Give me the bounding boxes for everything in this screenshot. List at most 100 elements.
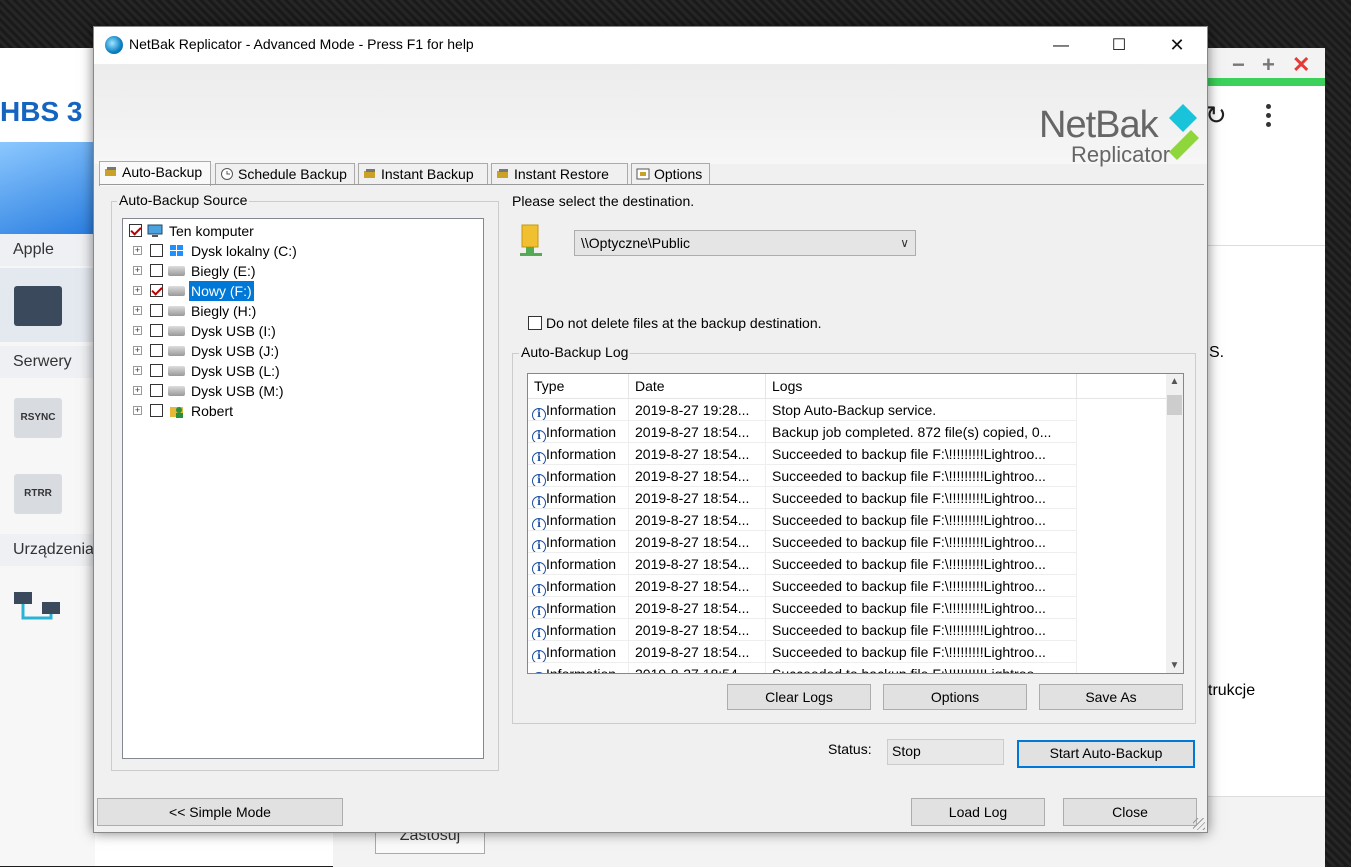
- node-checkbox[interactable]: [150, 244, 163, 257]
- save-as-button[interactable]: Save As: [1039, 684, 1183, 710]
- log-cell-text: 2019-8-27 18:54...: [635, 600, 750, 616]
- hbs-minimize-icon[interactable]: −: [1232, 52, 1245, 78]
- clear-logs-button[interactable]: Clear Logs: [727, 684, 871, 710]
- tab-options[interactable]: Options: [631, 163, 710, 185]
- node-checkbox[interactable]: [150, 324, 163, 337]
- information-icon: i: [532, 672, 546, 673]
- log-cell-message: Succeeded to backup file F:\!!!!!!!!!Lig…: [766, 553, 1077, 575]
- simple-mode-button[interactable]: << Simple Mode: [97, 798, 343, 826]
- log-cell-date: 2019-8-27 18:54...: [629, 619, 766, 641]
- log-cell-text: Stop Auto-Backup service.: [772, 402, 937, 418]
- resize-grip-icon[interactable]: [1193, 818, 1205, 830]
- column-header-logs[interactable]: Logs: [766, 374, 1077, 398]
- tab-auto-backup[interactable]: Auto-Backup: [99, 161, 211, 186]
- log-row[interactable]: iInformation 2019-8-27 18:54... Succeeded …: [528, 465, 1168, 487]
- information-icon: i: [532, 628, 546, 640]
- log-row[interactable]: iInformation 2019-8-27 18:54... Succeeded …: [528, 509, 1168, 531]
- log-row[interactable]: iInformation 2019-8-27 18:54... Succeeded …: [528, 487, 1168, 509]
- close-button[interactable]: Close: [1063, 798, 1197, 826]
- expand-icon[interactable]: +: [133, 386, 142, 395]
- scroll-thumb[interactable]: [1167, 395, 1182, 415]
- log-table[interactable]: Type Date Logs i Information 2019-8-27 19:…: [527, 373, 1184, 674]
- close-window-button[interactable]: ✕: [1148, 27, 1206, 64]
- hbs-maximize-icon[interactable]: +: [1262, 52, 1275, 78]
- node-checkbox[interactable]: [150, 304, 163, 317]
- expand-icon[interactable]: +: [133, 246, 142, 255]
- node-checkbox[interactable]: [150, 404, 163, 417]
- log-cell-date: 2019-8-27 18:54...: [629, 641, 766, 663]
- tab-instant-restore[interactable]: Instant Restore: [491, 163, 628, 185]
- log-cell-type: iInformation: [528, 575, 629, 597]
- log-cell-date: 2019-8-27 18:54...: [629, 465, 766, 487]
- scroll-up-icon[interactable]: ▲: [1166, 376, 1183, 387]
- sidebar-item-time-machine[interactable]: [0, 268, 95, 342]
- minimize-button[interactable]: —: [1032, 27, 1090, 64]
- node-checkbox[interactable]: [150, 344, 163, 357]
- log-cell-type: iInformation: [528, 509, 629, 531]
- log-row[interactable]: iInformation 2019-8-27 18:54... Succeeded …: [528, 443, 1168, 465]
- log-cell-message: Stop Auto-Backup service.: [766, 399, 1077, 421]
- node-label: Dysk USB (M:): [191, 383, 284, 399]
- scroll-down-icon[interactable]: ▼: [1166, 660, 1183, 671]
- tab-schedule-backup[interactable]: Schedule Backup: [215, 163, 355, 185]
- log-row[interactable]: iInformation 2019-8-27 18:54... Succeeded …: [528, 597, 1168, 619]
- log-row[interactable]: iInformation 2019-8-27 18:54... Succeeded …: [528, 641, 1168, 663]
- root-checkbox[interactable]: [129, 224, 142, 237]
- log-cell-text: Information: [546, 600, 617, 616]
- no-delete-checkbox[interactable]: [528, 316, 542, 330]
- log-cell-message: Succeeded to backup file F:\!!!!!!!!!Lig…: [766, 663, 1077, 673]
- source-tree[interactable]: Ten komputer + Dysk lokalny (C:) + Biegl…: [122, 218, 484, 759]
- log-row[interactable]: iInformation 2019-8-27 18:54... Succeeded …: [528, 575, 1168, 597]
- log-row[interactable]: iInformation 2019-8-27 18:54... Succeeded …: [528, 663, 1168, 674]
- log-cell-date: 2019-8-27 18:54...: [629, 553, 766, 575]
- drive-icon: [168, 266, 185, 276]
- hbs-close-icon[interactable]: ✕: [1292, 52, 1310, 78]
- logo-text-replicator: Replicator: [1071, 142, 1171, 167]
- node-checkbox[interactable]: [150, 364, 163, 377]
- tab-divider: [99, 184, 1204, 185]
- expand-icon[interactable]: +: [133, 366, 142, 375]
- hbs-truncated-text-1: S.: [1209, 344, 1225, 361]
- log-cell-text: Information: [546, 666, 617, 674]
- log-cell-text: 2019-8-27 18:54...: [635, 468, 750, 484]
- expand-icon[interactable]: +: [133, 306, 142, 315]
- log-cell-text: 2019-8-27 18:54...: [635, 666, 750, 674]
- column-header-type[interactable]: Type: [528, 374, 629, 398]
- expand-icon[interactable]: +: [133, 286, 142, 295]
- expand-icon[interactable]: +: [133, 346, 142, 355]
- node-checkbox[interactable]: [150, 384, 163, 397]
- tab-label: Instant Restore: [514, 166, 609, 182]
- more-menu-icon[interactable]: [1266, 104, 1274, 128]
- destination-select[interactable]: \\Optyczne\Public ∨: [574, 230, 916, 256]
- start-auto-backup-button[interactable]: Start Auto-Backup: [1017, 740, 1195, 768]
- log-row[interactable]: iInformation 2019-8-27 18:54... Succeeded …: [528, 531, 1168, 553]
- log-cell-text: Information: [546, 534, 617, 550]
- log-row[interactable]: i Information 2019-8-27 18:54... Backup job…: [528, 421, 1168, 443]
- title-bar: NetBak Replicator - Advanced Mode - Pres…: [94, 27, 1207, 64]
- refresh-icon[interactable]: ↻: [1205, 100, 1227, 131]
- netbak-window: NetBak Replicator - Advanced Mode - Pres…: [93, 26, 1208, 833]
- sidebar-item-rtrr[interactable]: RTRR: [0, 456, 95, 530]
- log-row[interactable]: iInformation 2019-8-27 18:54... Succeeded …: [528, 619, 1168, 641]
- tab-label: Instant Backup: [381, 166, 474, 182]
- log-cell-text: Information: [546, 468, 617, 484]
- log-options-button[interactable]: Options: [883, 684, 1027, 710]
- maximize-button[interactable]: ☐: [1090, 27, 1148, 64]
- expand-icon[interactable]: +: [133, 326, 142, 335]
- log-row[interactable]: iInformation 2019-8-27 18:54... Succeeded …: [528, 553, 1168, 575]
- log-cell-text: Information: [546, 644, 617, 660]
- tab-instant-backup[interactable]: Instant Backup: [358, 163, 488, 185]
- column-header-date[interactable]: Date: [629, 374, 766, 398]
- log-scrollbar[interactable]: ▲ ▼: [1166, 374, 1183, 673]
- node-checkbox[interactable]: [150, 264, 163, 277]
- node-checkbox[interactable]: [150, 284, 163, 297]
- log-cell-text: 2019-8-27 18:54...: [635, 446, 750, 462]
- expand-icon[interactable]: +: [133, 266, 142, 275]
- expand-icon[interactable]: +: [133, 406, 142, 415]
- sidebar-item-devices[interactable]: [0, 570, 95, 644]
- windows-drive-icon: [170, 245, 183, 256]
- node-label: Robert: [191, 403, 234, 419]
- load-log-button[interactable]: Load Log: [911, 798, 1045, 826]
- log-row[interactable]: i Information 2019-8-27 19:28... Stop Auto-…: [528, 399, 1168, 421]
- sidebar-item-rsync[interactable]: RSYNC: [0, 380, 95, 454]
